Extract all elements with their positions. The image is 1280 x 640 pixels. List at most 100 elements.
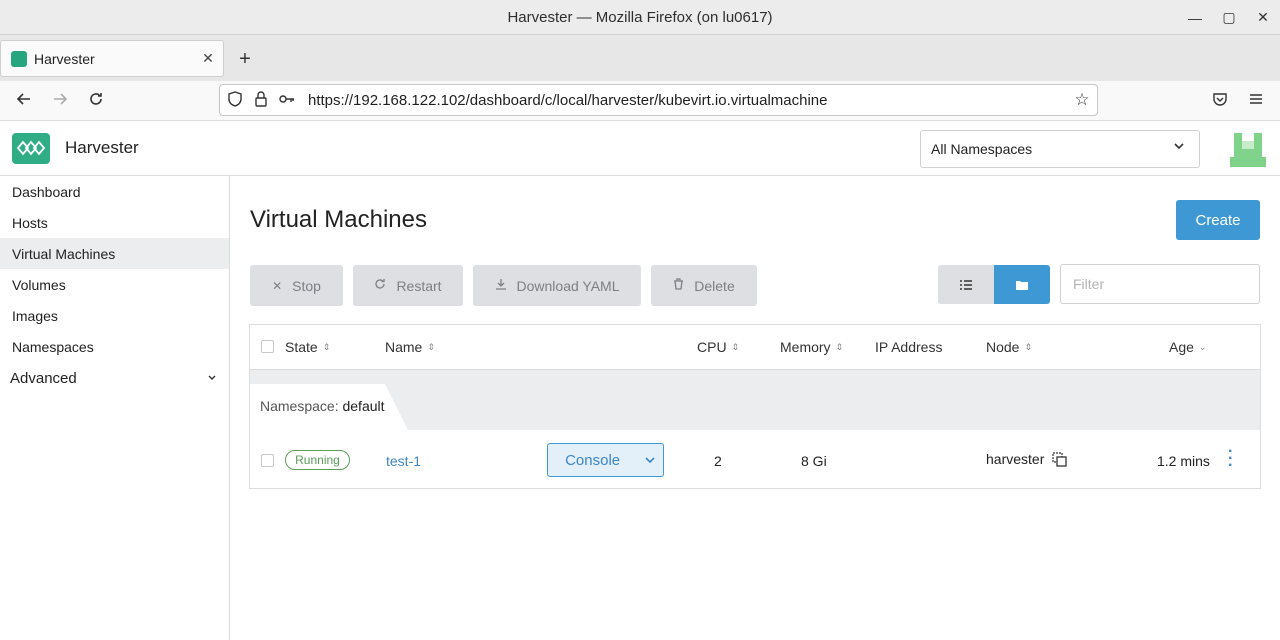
group-value: default xyxy=(342,398,385,414)
sidebar-item-virtual-machines[interactable]: Virtual Machines xyxy=(0,238,229,269)
star-icon[interactable]: ☆ xyxy=(1067,90,1097,110)
trash-icon xyxy=(673,278,684,293)
delete-label: Delete xyxy=(694,277,735,294)
column-label: Name xyxy=(385,339,423,355)
node-name: harvester xyxy=(986,451,1045,467)
sort-icon: ⇕ xyxy=(1024,341,1033,352)
delete-button[interactable]: Delete xyxy=(651,265,757,306)
column-label: State xyxy=(285,339,318,355)
restart-button[interactable]: Restart xyxy=(353,265,463,306)
namespace-group-row: Namespace: default xyxy=(250,370,1260,430)
window-titlebar: Harvester — Mozilla Firefox (on lu0617) … xyxy=(0,0,1280,35)
kebab-menu-icon[interactable]: · · · xyxy=(1228,444,1233,474)
column-ip-address: IP Address xyxy=(875,339,942,355)
maximize-icon[interactable]: ▢ xyxy=(1212,9,1246,26)
stop-label: Stop xyxy=(292,277,321,294)
namespace-select-value: All Namespaces xyxy=(931,141,1033,157)
table-row: Running test-1 Console 2 8 Gi harvester … xyxy=(250,430,1260,488)
age-cell: 1.2 mins xyxy=(1157,453,1210,469)
reload-icon[interactable] xyxy=(82,87,110,115)
cpu-cell: 2 xyxy=(714,453,722,469)
url-bar[interactable]: https://192.168.122.102/dashboard/c/loca… xyxy=(219,84,1098,116)
table-header: State ⇕ Name ⇕ CPU ⇕ Memory ⇕ IP Address Nod… xyxy=(250,325,1260,370)
brand-name: Harvester xyxy=(65,138,139,157)
column-label: IP Address xyxy=(875,339,943,355)
app-header: Harvester All Namespaces xyxy=(0,121,1280,176)
filter-input[interactable] xyxy=(1060,264,1260,304)
chevron-down-icon xyxy=(1173,139,1185,155)
sidebar: Dashboard Hosts Virtual Machines Volumes… xyxy=(0,176,230,640)
sidebar-item-namespaces[interactable]: Namespaces xyxy=(0,331,229,362)
column-cpu[interactable]: CPU ⇕ xyxy=(697,339,739,355)
group-prefix: Namespace: xyxy=(260,398,339,414)
sort-icon: ⇕ xyxy=(731,341,740,352)
row-checkbox[interactable] xyxy=(261,454,274,467)
main-content: Virtual Machines Create ✕ Stop Restart D… xyxy=(230,176,1280,640)
avatar[interactable] xyxy=(1230,131,1266,167)
harvester-logo-icon[interactable] xyxy=(12,133,50,164)
restart-label: Restart xyxy=(396,277,442,294)
list-view-button[interactable] xyxy=(938,265,994,304)
console-dropdown[interactable]: Console xyxy=(547,443,664,477)
minimize-icon[interactable]: — xyxy=(1178,10,1212,26)
view-toggle xyxy=(938,265,1050,304)
column-label: CPU xyxy=(697,339,727,355)
sidebar-item-images[interactable]: Images xyxy=(0,300,229,331)
browser-navbar: https://192.168.122.102/dashboard/c/loca… xyxy=(0,81,1280,121)
sort-icon: ⇕ xyxy=(322,341,331,352)
group-view-button[interactable] xyxy=(994,265,1050,304)
sidebar-group-label: Advanced xyxy=(10,370,77,387)
shield-icon[interactable] xyxy=(224,90,246,110)
list-icon xyxy=(960,279,972,290)
create-button[interactable]: Create xyxy=(1176,200,1260,240)
column-age[interactable]: Age ⌄ xyxy=(1169,339,1206,355)
column-label: Age xyxy=(1169,339,1194,355)
vm-name-link[interactable]: test-1 xyxy=(386,453,421,469)
folder-icon xyxy=(1016,280,1028,290)
chevron-down-icon xyxy=(207,370,217,387)
column-name[interactable]: Name ⇕ xyxy=(385,339,435,355)
sidebar-group-advanced[interactable]: Advanced xyxy=(0,362,229,395)
harvester-favicon-icon xyxy=(11,50,27,67)
column-label: Memory xyxy=(780,339,831,355)
sort-icon: ⌄ xyxy=(1198,341,1207,352)
namespace-group-label: Namespace: default xyxy=(250,384,408,430)
copy-icon[interactable] xyxy=(1052,452,1067,467)
url-text[interactable]: https://192.168.122.102/dashboard/c/loca… xyxy=(308,92,1067,109)
page-title: Virtual Machines xyxy=(250,206,427,233)
window-controls: — ▢ ✕ xyxy=(1178,0,1280,35)
key-icon[interactable] xyxy=(276,92,298,108)
pocket-icon[interactable] xyxy=(1206,87,1234,115)
sidebar-item-hosts[interactable]: Hosts xyxy=(0,207,229,238)
select-all-checkbox[interactable] xyxy=(261,340,274,353)
column-memory[interactable]: Memory ⇕ xyxy=(780,339,843,355)
chevron-down-icon[interactable] xyxy=(637,444,663,476)
download-yaml-label: Download YAML xyxy=(516,277,620,294)
sidebar-item-volumes[interactable]: Volumes xyxy=(0,269,229,300)
new-tab-button[interactable]: + xyxy=(232,47,258,73)
tab-close-icon[interactable]: ✕ xyxy=(193,50,223,67)
sort-icon: ⇕ xyxy=(427,341,435,352)
column-node[interactable]: Node ⇕ xyxy=(986,339,1032,355)
stop-button[interactable]: ✕ Stop xyxy=(250,265,343,306)
memory-cell: 8 Gi xyxy=(801,453,827,469)
sort-icon: ⇕ xyxy=(835,341,844,352)
window-title: Harvester — Mozilla Firefox (on lu0617) xyxy=(507,8,773,26)
refresh-icon xyxy=(374,278,386,293)
browser-tabstrip: Harvester ✕ + xyxy=(0,35,1280,81)
node-cell: harvester xyxy=(986,451,1067,467)
namespace-select[interactable]: All Namespaces xyxy=(920,130,1200,168)
download-icon xyxy=(495,278,507,293)
close-icon[interactable]: ✕ xyxy=(1246,9,1280,26)
tab-label: Harvester xyxy=(34,50,95,67)
column-state[interactable]: State ⇕ xyxy=(285,339,330,355)
menu-icon[interactable] xyxy=(1242,87,1270,115)
column-label: Node xyxy=(986,339,1020,355)
console-button[interactable]: Console xyxy=(548,444,637,476)
back-icon[interactable] xyxy=(10,87,38,115)
sidebar-item-dashboard[interactable]: Dashboard xyxy=(0,176,229,207)
lock-icon[interactable] xyxy=(250,90,272,110)
forward-icon[interactable] xyxy=(46,87,74,115)
browser-tab[interactable]: Harvester ✕ xyxy=(0,40,224,77)
download-yaml-button[interactable]: Download YAML xyxy=(473,265,641,306)
